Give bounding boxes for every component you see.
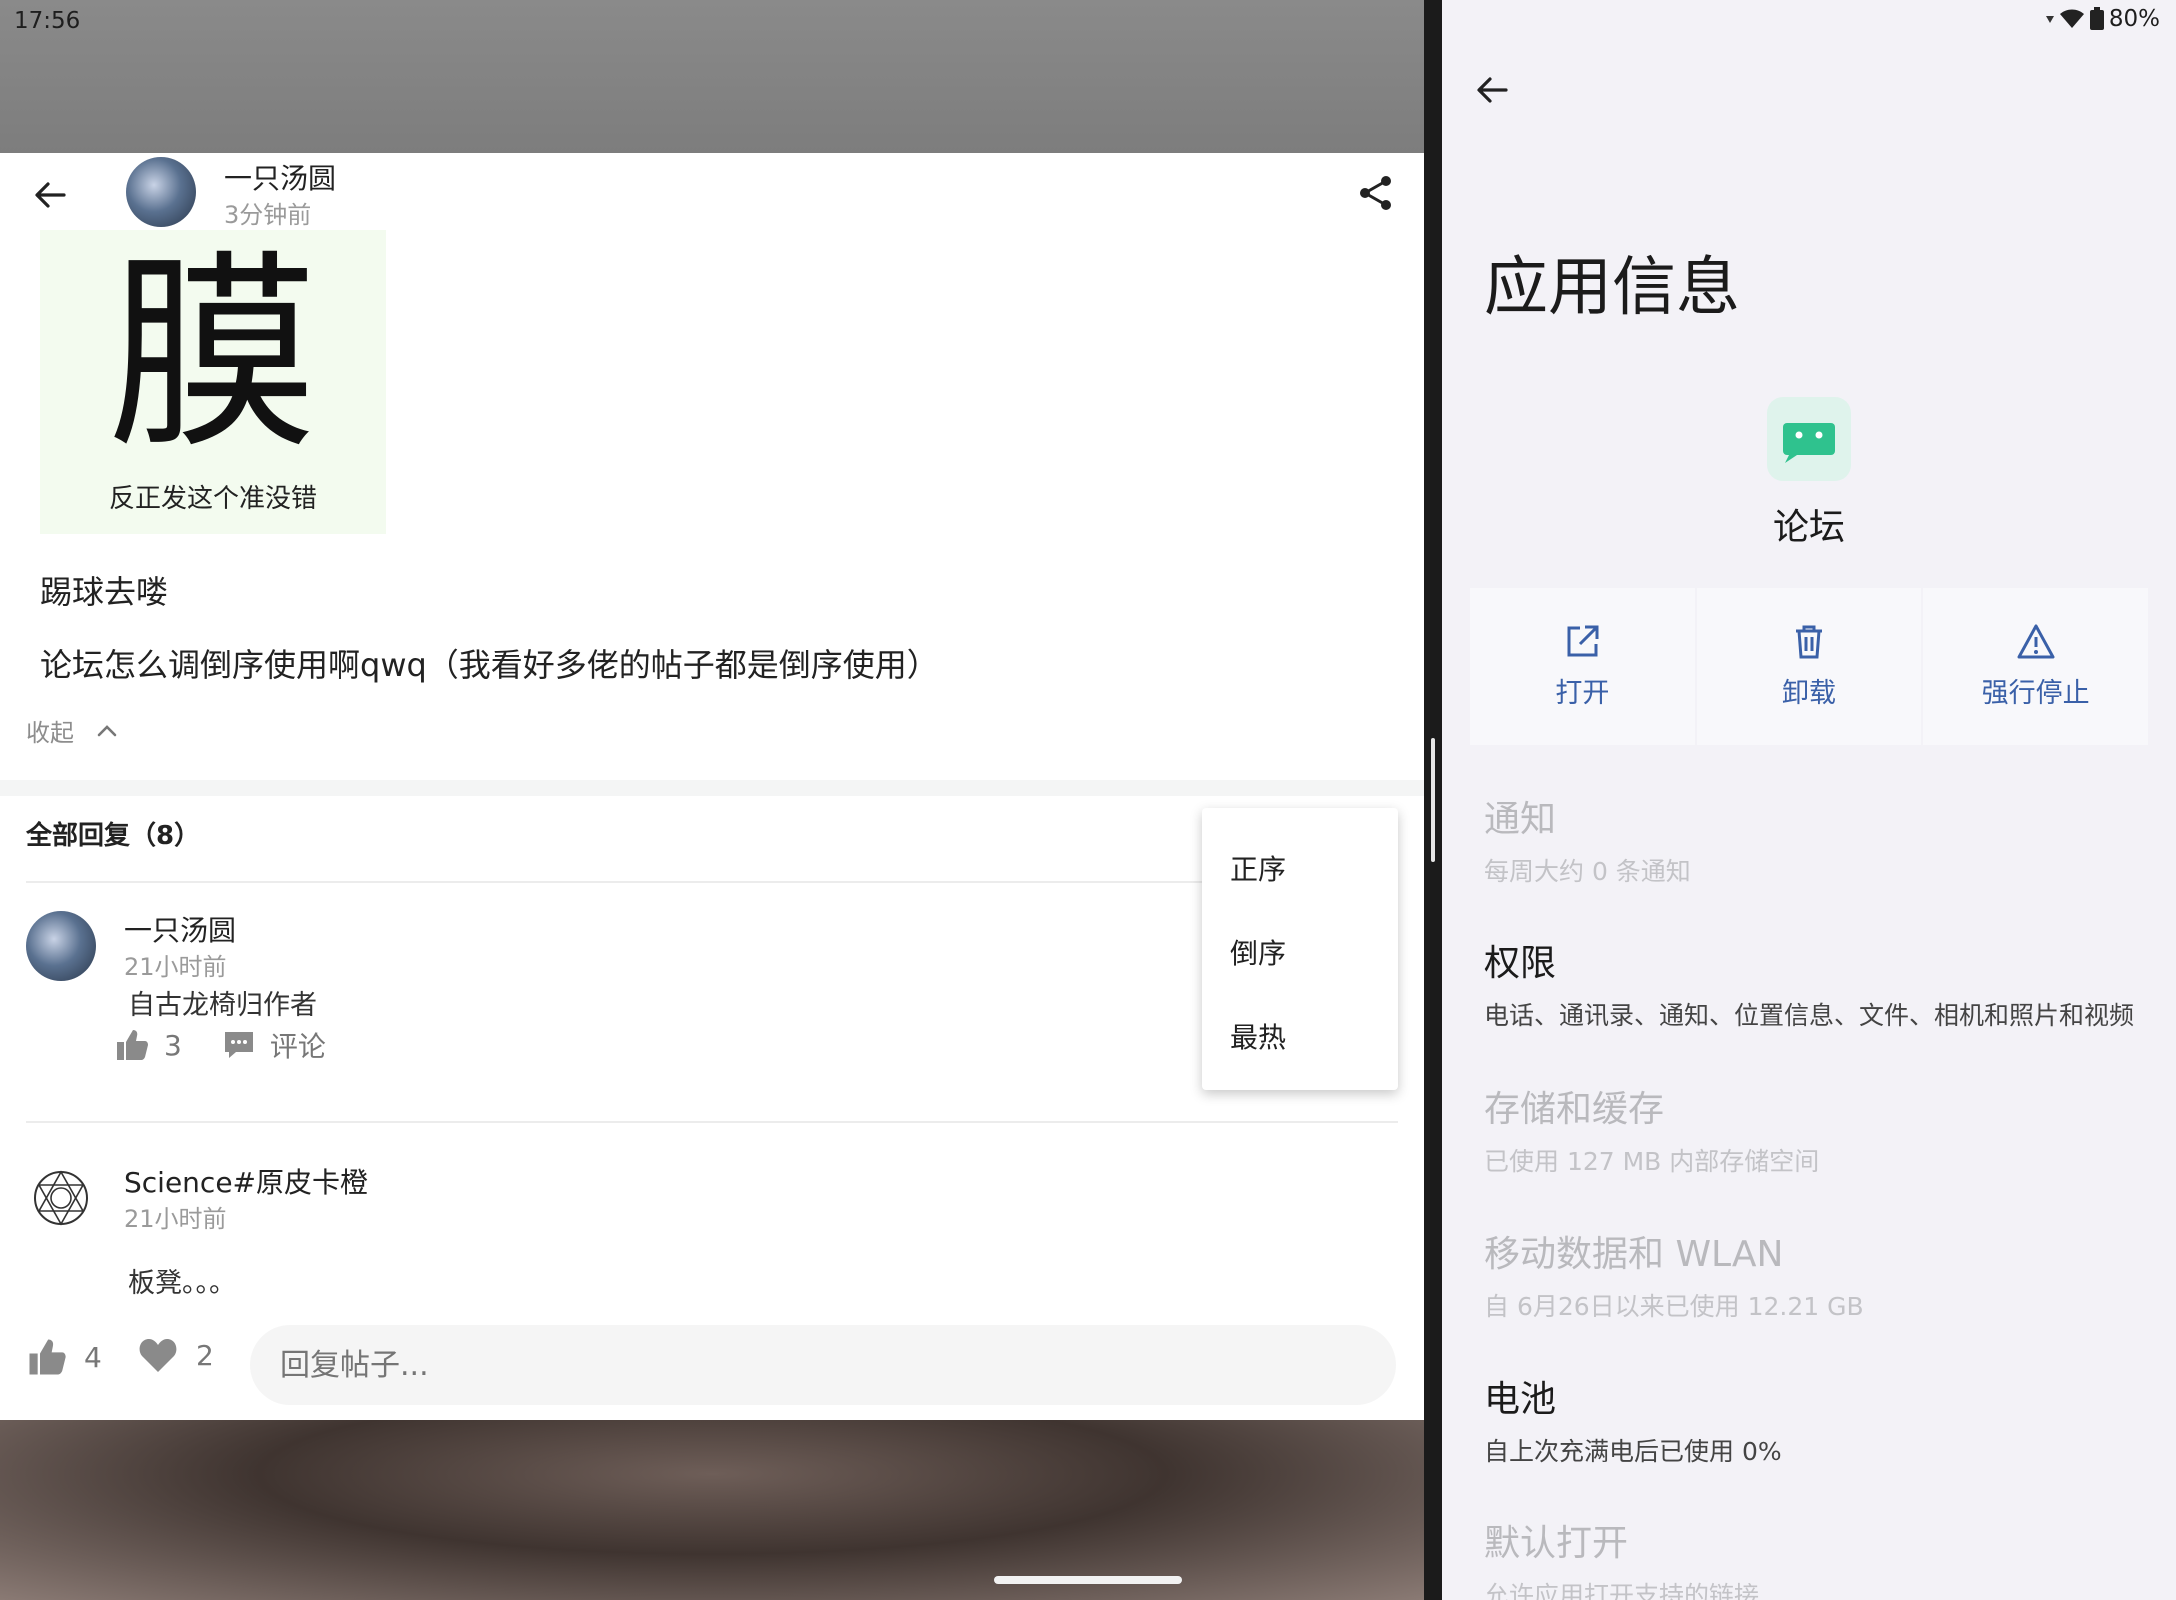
replies-header: 全部回复（8） [26,821,201,851]
post-author-name[interactable]: 一只汤圆 [224,157,336,197]
section-divider [0,780,1424,796]
force-stop-label: 强行停止 [1981,678,2090,709]
post-image-caption: 反正发这个准没错 [108,484,317,514]
open-button[interactable]: 打开 [1470,588,1695,745]
open-label: 打开 [1555,678,1610,709]
reply-time: 21小时前 [124,953,227,981]
reply-text: 自古龙椅归作者 [128,990,317,1021]
setting-title: 电池 [1484,1379,1557,1420]
comment-icon[interactable] [222,1029,256,1061]
setting-title: 默认打开 [1484,1523,1629,1564]
page-title: 应用信息 [1484,251,1740,325]
reply-actions: 3 评论 [114,1025,366,1065]
collapse-button[interactable]: 收起 [26,713,118,748]
uninstall-label: 卸载 [1782,678,1836,709]
battery-icon [2089,7,2104,30]
app-info-window: 80% 应用信息 论坛 打开 卸载 强行停止 通知 每周大约 0 条通知 权限 … [1442,0,2176,1600]
sort-option-ascending[interactable]: 正序 [1230,848,1286,888]
split-divider-handle[interactable] [1431,738,1435,862]
post-favorite-count: 2 [196,1338,214,1372]
post-text-line2: 论坛怎么调倒序使用啊qwq（我看好多佬的帖子都是倒序使用） [40,646,939,684]
setting-subtitle: 自上次充满电后已使用 0% [1484,1437,1782,1466]
divider [26,881,1398,883]
setting-subtitle: 电话、通讯录、通知、位置信息、文件、相机和照片和视频 [1484,1001,2135,1030]
setting-title: 通知 [1484,799,1557,840]
reply-avatar[interactable] [26,911,96,981]
open-external-icon [1567,625,1599,657]
forum-app-icon [1767,397,1851,481]
wifi-icon [2059,9,2084,28]
notifications-setting[interactable]: 通知 每周大约 0 条通知 [1484,790,1691,888]
background-wallpaper-top [0,0,1424,153]
post-time: 3分钟前 [224,201,312,229]
screen: 17:56 一只汤圆 3分钟前 膜 反正发这个准没错 踢球去喽 论坛怎么调倒序使… [0,0,2176,1600]
back-arrow-icon[interactable] [1472,70,1512,110]
back-arrow-icon[interactable] [30,175,70,215]
sort-menu: 正序 倒序 最热 [1202,808,1398,1090]
post-like-button[interactable]: 4 [26,1336,102,1378]
app-actions: 打开 卸载 强行停止 [1470,588,2149,745]
trash-icon [1796,625,1822,659]
post-image[interactable]: 膜 反正发这个准没错 [40,230,386,534]
post-favorite-button[interactable]: 2 [138,1336,214,1374]
collapse-label: 收起 [26,719,74,747]
setting-subtitle: 已使用 127 MB 内部存储空间 [1484,1147,1820,1176]
reply-time: 21小时前 [124,1205,227,1233]
open-by-default-setting[interactable]: 默认打开 允许应用打开支持的链接 [1484,1514,1759,1600]
storage-setting[interactable]: 存储和缓存 已使用 127 MB 内部存储空间 [1484,1080,1819,1178]
background-wallpaper-bottom [0,1420,1424,1600]
sort-option-hottest[interactable]: 最热 [1230,1016,1286,1056]
reply-text: 板凳。。。 [128,1268,236,1299]
setting-subtitle: 自 6月26日以来已使用 12.21 GB [1484,1292,1864,1321]
post-like-count: 4 [84,1340,102,1374]
reply-post-input[interactable] [250,1325,1396,1405]
setting-title: 移动数据和 WLAN [1484,1234,1784,1275]
setting-subtitle: 允许应用打开支持的链接 [1484,1581,1760,1600]
uninstall-button[interactable]: 卸载 [1696,588,1922,745]
setting-title: 存储和缓存 [1484,1089,1665,1130]
sort-option-descending[interactable]: 倒序 [1230,932,1286,972]
chevron-up-icon [97,724,117,736]
heart-icon [139,1339,177,1372]
share-icon[interactable] [1356,173,1396,213]
thumbs-up-icon [29,1339,66,1375]
thumbs-up-icon[interactable] [114,1027,150,1063]
permissions-setting[interactable]: 权限 电话、通讯录、通知、位置信息、文件、相机和照片和视频 [1484,934,2134,1032]
warning-icon [2017,624,2055,659]
status-icons: 80% [2045,6,2160,32]
reply-author[interactable]: 一只汤圆 [124,909,236,949]
divider [26,1121,1398,1123]
reply-avatar[interactable] [26,1163,96,1233]
post-card: 一只汤圆 3分钟前 膜 反正发这个准没错 踢球去喽 论坛怎么调倒序使用啊qwq（… [0,153,1424,1420]
mobile-data-setting[interactable]: 移动数据和 WLAN 自 6月26日以来已使用 12.21 GB [1484,1225,1864,1323]
setting-title: 权限 [1484,943,1557,984]
author-avatar[interactable] [126,157,196,227]
force-stop-button[interactable]: 强行停止 [1923,588,2149,745]
status-time: 17:56 [14,8,81,34]
forum-window: 17:56 一只汤圆 3分钟前 膜 反正发这个准没错 踢球去喽 论坛怎么调倒序使… [0,0,1424,1600]
chat-bubble-icon [1783,423,1835,463]
post-image-char: 膜 [107,232,318,477]
battery-setting[interactable]: 电池 自上次充满电后已使用 0% [1484,1370,1782,1468]
app-name: 论坛 [1772,507,1845,548]
gesture-nav-bar[interactable] [994,1576,1182,1584]
comment-label[interactable]: 评论 [270,1025,326,1065]
battery-percentage: 80% [2108,6,2160,32]
signal-icon [2045,16,2054,23]
like-count: 3 [164,1028,182,1062]
setting-subtitle: 每周大约 0 条通知 [1484,857,1691,886]
post-text-line1: 踢球去喽 [40,573,169,611]
reply-author[interactable]: Science#原皮卡橙 [124,1161,368,1201]
